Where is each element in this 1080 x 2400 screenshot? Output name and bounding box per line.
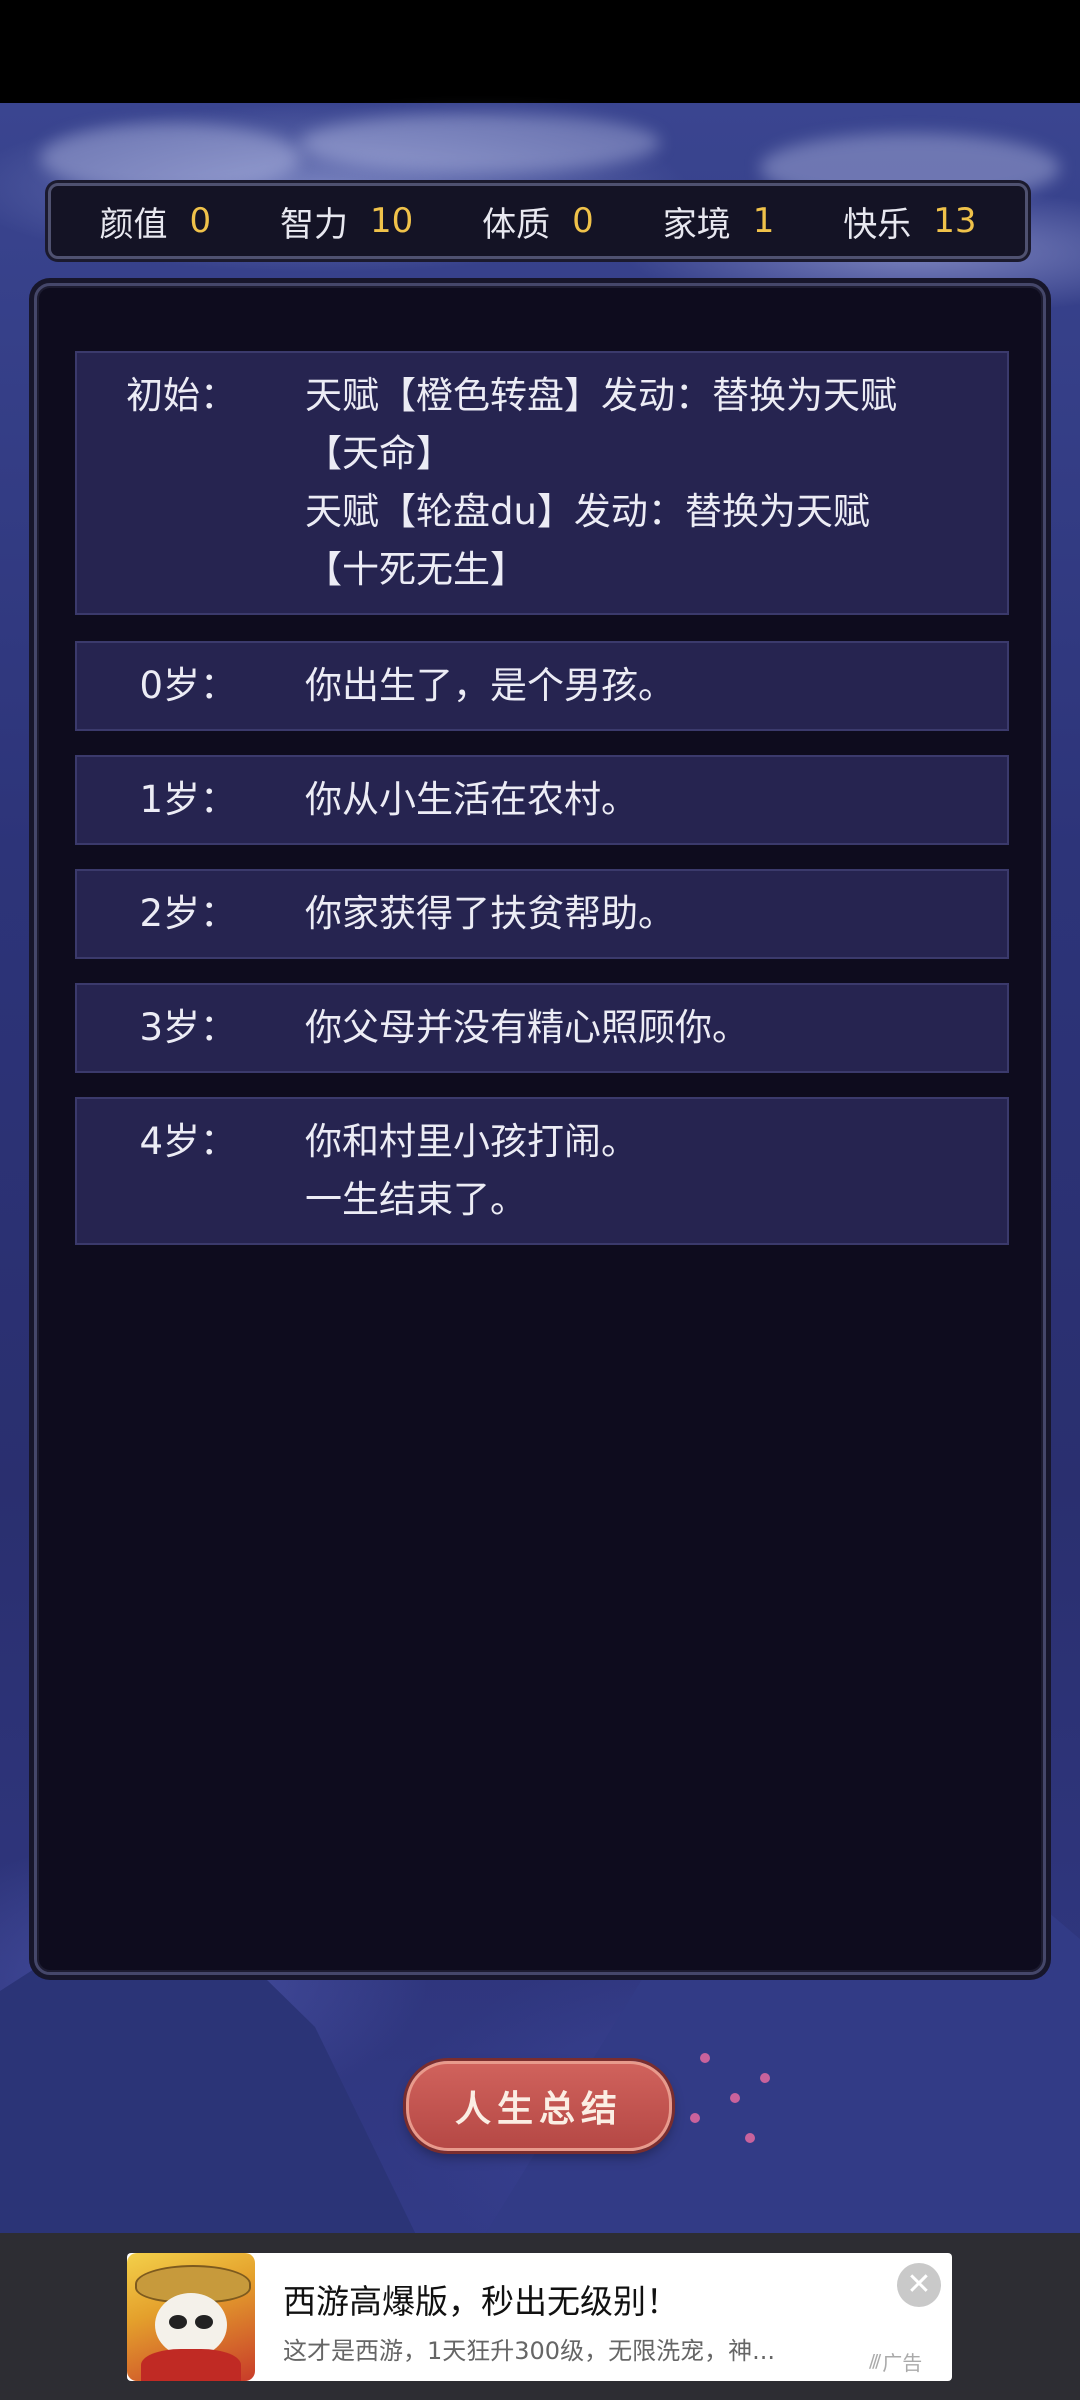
ad-badge-label: 广告	[882, 2351, 923, 2375]
stat-label: 智力	[280, 204, 348, 245]
life-event-age-4: 4岁： 你和村里小孩打闹。 一生结束了。	[75, 1097, 1009, 1245]
stat-intelligence: 智力 10	[280, 197, 413, 246]
event-text: 天赋【橙色转盘】发动：替换为天赋 【天命】 天赋【轮盘du】发动：替换为天赋 【…	[305, 367, 897, 599]
event-age-label: 1岁：	[139, 778, 237, 821]
event-line: 【十死无生】	[305, 548, 527, 591]
stat-family: 家境 1	[663, 197, 775, 246]
life-event-age-0: 0岁： 你出生了，是个男孩。	[75, 641, 1009, 731]
life-log-panel[interactable]: 初始： 天赋【橙色转盘】发动：替换为天赋 【天命】 天赋【轮盘du】发动：替换为…	[34, 283, 1046, 1975]
event-line: 【天命】	[305, 432, 453, 475]
ad-banner[interactable]: 西游高爆版，秒出无级别！ 这才是西游，1天狂升300级，无限洗宠，神... ✕ …	[127, 2253, 952, 2381]
ad-title[interactable]: 西游高爆版，秒出无级别！	[283, 2275, 679, 2323]
game-app-icon[interactable]	[127, 2253, 255, 2381]
stat-appearance: 颜值 0	[99, 197, 211, 246]
event-line: 你从小生活在农村。	[305, 778, 638, 821]
game-screen: 颜值 0 智力 10 体质 0 家境 1 快乐 13 初始： 天赋【橙色转盘】发…	[0, 0, 1080, 2400]
event-text: 你和村里小孩打闹。 一生结束了。	[305, 1113, 638, 1229]
stat-value: 0	[189, 201, 212, 241]
ad-logo-icon: ///	[869, 2351, 881, 2372]
event-text: 你出生了，是个男孩。	[305, 657, 675, 715]
life-event-age-1: 1岁： 你从小生活在农村。	[75, 755, 1009, 845]
event-line: 你出生了，是个男孩。	[305, 664, 675, 707]
stat-constitution: 体质 0	[482, 197, 594, 246]
ad-description[interactable]: 这才是西游，1天狂升300级，无限洗宠，神...	[283, 2331, 823, 2366]
stat-label: 颜值	[99, 204, 168, 245]
attribute-stats-bar: 颜值 0 智力 10 体质 0 家境 1 快乐 13	[48, 183, 1028, 259]
event-age-label: 4岁：	[139, 1120, 237, 1163]
event-age-label: 初始：	[126, 374, 237, 417]
life-summary-button[interactable]: 人生总结	[406, 2061, 672, 2151]
stat-label: 快乐	[843, 204, 912, 245]
event-age-label: 3岁：	[139, 1006, 237, 1049]
stat-label: 体质	[482, 204, 551, 245]
event-age-label: 0岁：	[139, 664, 237, 707]
event-age-label: 2岁：	[139, 892, 237, 935]
life-event-initial: 初始： 天赋【橙色转盘】发动：替换为天赋 【天命】 天赋【轮盘du】发动：替换为…	[75, 351, 1009, 615]
life-event-age-2: 2岁： 你家获得了扶贫帮助。	[75, 869, 1009, 959]
event-text: 你父母并没有精心照顾你。	[305, 999, 749, 1057]
life-event-age-3: 3岁： 你父母并没有精心照顾你。	[75, 983, 1009, 1073]
stat-happiness: 快乐 13	[843, 197, 976, 246]
ad-badge: /// 广告	[869, 2347, 922, 2376]
event-line: 你父母并没有精心照顾你。	[305, 1006, 749, 1049]
event-text: 你家获得了扶贫帮助。	[305, 885, 675, 943]
event-line: 天赋【橙色转盘】发动：替换为天赋	[305, 374, 897, 417]
stat-value: 1	[752, 201, 775, 241]
stat-value: 10	[370, 201, 414, 241]
close-icon[interactable]: ✕	[897, 2263, 941, 2307]
event-line: 天赋【轮盘du】发动：替换为天赋	[305, 490, 870, 533]
stat-label: 家境	[662, 204, 731, 245]
event-text: 你从小生活在农村。	[305, 771, 638, 829]
stat-value: 0	[572, 201, 594, 241]
event-line: 你家获得了扶贫帮助。	[305, 892, 675, 935]
event-line: 你和村里小孩打闹。	[305, 1120, 638, 1163]
stat-value: 13	[933, 201, 977, 241]
event-line: 一生结束了。	[305, 1178, 527, 1221]
